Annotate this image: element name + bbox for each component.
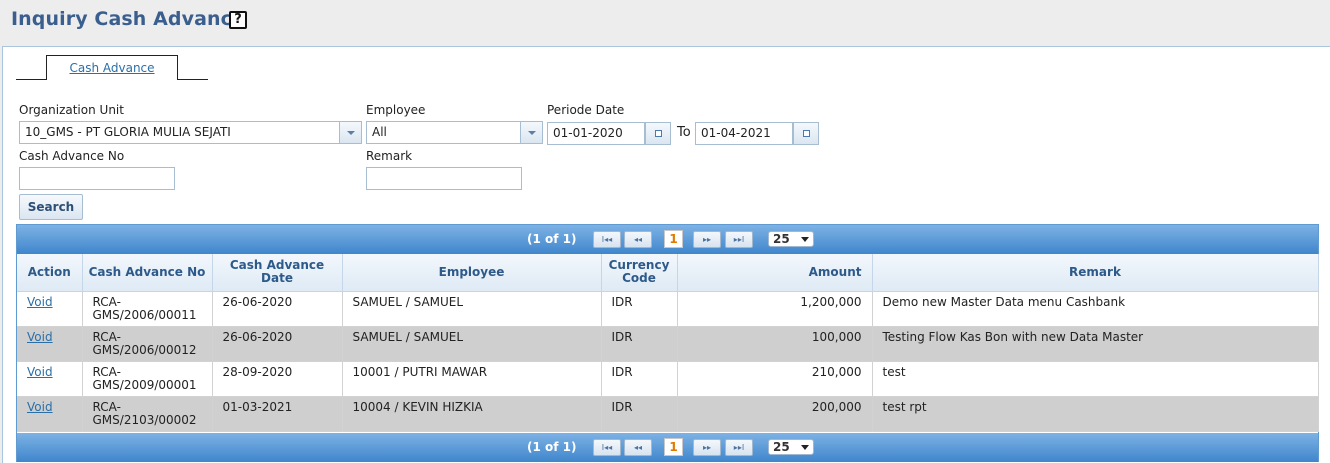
remark-input[interactable] <box>366 167 522 190</box>
results-grid: (1 of 1) I◂◂ ◂◂ 1 ▸▸ ▸▸I 25 Action Cash … <box>16 224 1319 462</box>
pager-status: (1 of 1) <box>527 440 577 454</box>
col-cash-advance-no[interactable]: Cash Advance No <box>82 254 213 292</box>
cell-employee: SAMUEL / SAMUEL <box>342 291 602 327</box>
col-action[interactable]: Action <box>17 254 83 292</box>
cell-date: 26-06-2020 <box>212 291 343 327</box>
pager-top: (1 of 1) I◂◂ ◂◂ 1 ▸▸ ▸▸I 25 <box>17 225 1318 254</box>
cell-date: 01-03-2021 <box>212 396 343 432</box>
col-cash-advance-date[interactable]: Cash Advance Date <box>212 254 343 292</box>
void-link[interactable]: Void <box>27 365 53 379</box>
results-table: Action Cash Advance No Cash Advance Date… <box>17 254 1319 432</box>
employee-value: All <box>372 125 387 139</box>
tab-cash-advance[interactable]: Cash Advance <box>46 55 178 80</box>
cell-currency: IDR <box>601 291 678 327</box>
table-row: Void RCA-GMS/2006/00011 26-06-2020 SAMUE… <box>17 291 1319 327</box>
period-from-calendar-button[interactable] <box>645 122 671 145</box>
cash-advance-no-label: Cash Advance No <box>19 149 125 163</box>
cell-remark: Testing Flow Kas Bon with new Data Maste… <box>872 326 1319 362</box>
calendar-icon <box>803 130 810 137</box>
col-remark[interactable]: Remark <box>872 254 1319 292</box>
prev-page-button[interactable]: ◂◂ <box>624 439 652 456</box>
first-page-button[interactable]: I◂◂ <box>593 439 621 456</box>
last-page-button[interactable]: ▸▸I <box>725 231 753 248</box>
employee-dropdown-button[interactable] <box>520 122 542 143</box>
table-row: Void RCA-GMS/2009/00001 28-09-2020 10001… <box>17 361 1319 397</box>
period-to-label: To <box>677 125 691 140</box>
cell-employee: 10004 / KEVIN HIZKIA <box>342 396 602 432</box>
last-page-button[interactable]: ▸▸I <box>725 439 753 456</box>
cell-amount: 210,000 <box>677 361 873 397</box>
tab-divider-left <box>16 79 46 80</box>
chevron-down-icon <box>801 237 809 242</box>
chevron-down-icon <box>801 445 809 450</box>
tab-divider-right <box>178 79 208 80</box>
void-link[interactable]: Void <box>27 400 53 414</box>
page-header: Inquiry Cash Advance ? <box>0 0 1330 46</box>
employee-label: Employee <box>366 103 426 117</box>
next-page-button[interactable]: ▸▸ <box>693 231 721 248</box>
pager-bottom: (1 of 1) I◂◂ ◂◂ 1 ▸▸ ▸▸I 25 <box>17 433 1318 462</box>
cell-date: 26-06-2020 <box>212 326 343 362</box>
org-unit-label: Organization Unit <box>19 103 124 117</box>
cell-currency: IDR <box>601 396 678 432</box>
cell-amount: 100,000 <box>677 326 873 362</box>
first-page-button[interactable]: I◂◂ <box>593 231 621 248</box>
chevron-down-icon <box>528 131 536 135</box>
cell-no: RCA-GMS/2006/00012 <box>82 326 213 362</box>
table-row: Void RCA-GMS/2006/00012 26-06-2020 SAMUE… <box>17 326 1319 362</box>
table-row: Void RCA-GMS/2103/00002 01-03-2021 10004… <box>17 396 1319 432</box>
pager-status: (1 of 1) <box>527 232 577 246</box>
void-link[interactable]: Void <box>27 330 53 344</box>
cell-amount: 1,200,000 <box>677 291 873 327</box>
period-to-value: 01-04-2021 <box>701 126 771 140</box>
period-to-input[interactable]: 01-04-2021 <box>695 122 793 145</box>
period-from-value: 01-01-2020 <box>553 126 623 140</box>
search-button[interactable]: Search <box>19 194 83 220</box>
employee-select[interactable]: All <box>366 121 543 144</box>
cell-currency: IDR <box>601 326 678 362</box>
rows-per-page-select[interactable]: 25 <box>768 439 814 455</box>
period-label: Periode Date <box>547 103 625 117</box>
cell-no: RCA-GMS/2103/00002 <box>82 396 213 432</box>
chevron-down-icon <box>347 131 355 135</box>
remark-label: Remark <box>366 149 413 163</box>
cell-employee: 10001 / PUTRI MAWAR <box>342 361 602 397</box>
rows-per-page-value: 25 <box>773 232 790 246</box>
org-unit-value: 10_GMS - PT GLORIA MULIA SEJATI <box>25 125 231 139</box>
col-amount[interactable]: Amount <box>677 254 873 292</box>
cell-date: 28-09-2020 <box>212 361 343 397</box>
period-from-input[interactable]: 01-01-2020 <box>547 122 645 145</box>
cash-advance-no-input[interactable] <box>19 167 175 190</box>
cell-no: RCA-GMS/2009/00001 <box>82 361 213 397</box>
rows-per-page-value: 25 <box>773 440 790 454</box>
cell-no: RCA-GMS/2006/00011 <box>82 291 213 327</box>
col-currency-code[interactable]: Currency Code <box>601 254 678 292</box>
cell-employee: SAMUEL / SAMUEL <box>342 326 602 362</box>
period-to-calendar-button[interactable] <box>793 122 819 145</box>
current-page[interactable]: 1 <box>664 438 683 456</box>
page-title: Inquiry Cash Advance <box>11 8 246 30</box>
col-employee[interactable]: Employee <box>342 254 602 292</box>
next-page-button[interactable]: ▸▸ <box>693 439 721 456</box>
cell-remark: test rpt <box>872 396 1319 432</box>
cell-remark: Demo new Master Data menu Cashbank <box>872 291 1319 327</box>
cell-amount: 200,000 <box>677 396 873 432</box>
void-link[interactable]: Void <box>27 295 53 309</box>
cell-remark: test <box>872 361 1319 397</box>
org-unit-select[interactable]: 10_GMS - PT GLORIA MULIA SEJATI <box>19 121 362 144</box>
prev-page-button[interactable]: ◂◂ <box>624 231 652 248</box>
rows-per-page-select[interactable]: 25 <box>768 231 814 247</box>
calendar-icon <box>655 130 662 137</box>
current-page[interactable]: 1 <box>664 230 683 248</box>
help-icon[interactable]: ? <box>229 11 247 29</box>
cell-currency: IDR <box>601 361 678 397</box>
org-unit-dropdown-button[interactable] <box>339 122 361 143</box>
